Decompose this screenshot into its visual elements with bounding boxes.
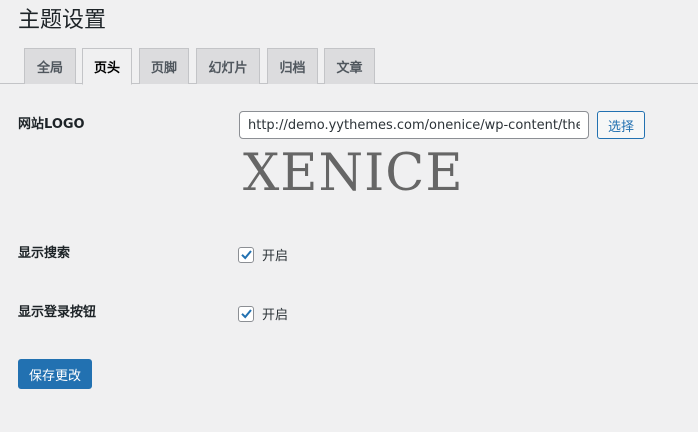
settings-tabs: 全局 页头 页脚 幻灯片 归档 文章	[0, 47, 698, 85]
search-enable-checkbox[interactable]	[238, 246, 254, 263]
tab-header[interactable]: 页头	[82, 48, 132, 85]
search-setting-label: 显示搜索	[18, 246, 71, 261]
login-button-enable-label: 开启	[262, 308, 289, 323]
checkmark-icon	[240, 250, 252, 260]
save-changes-button[interactable]: 保存更改	[18, 359, 92, 389]
page-title: 主题设置	[18, 8, 107, 33]
search-setting-option: 开启	[238, 245, 288, 264]
tab-slider[interactable]: 幻灯片	[196, 48, 260, 84]
select-logo-button[interactable]: 选择	[597, 111, 645, 139]
login-button-enable-checkbox[interactable]	[238, 305, 254, 322]
logo-setting-label: 网站LOGO	[18, 117, 85, 132]
login-button-setting-option: 开启	[238, 304, 288, 323]
tab-footer[interactable]: 页脚	[139, 48, 189, 84]
login-button-setting-label: 显示登录按钮	[18, 305, 97, 320]
search-enable-label: 开启	[262, 249, 289, 264]
checkmark-icon	[240, 309, 252, 319]
theme-settings-page: 主题设置 全局 页头 页脚 幻灯片 归档 文章 网站LOGO 选择 XENICE…	[0, 0, 698, 432]
tab-global[interactable]: 全局	[24, 48, 76, 84]
logo-url-input[interactable]	[239, 111, 589, 139]
tab-archive[interactable]: 归档	[267, 48, 318, 84]
tab-post[interactable]: 文章	[324, 48, 375, 84]
logo-preview-image: XENICE	[243, 144, 464, 203]
